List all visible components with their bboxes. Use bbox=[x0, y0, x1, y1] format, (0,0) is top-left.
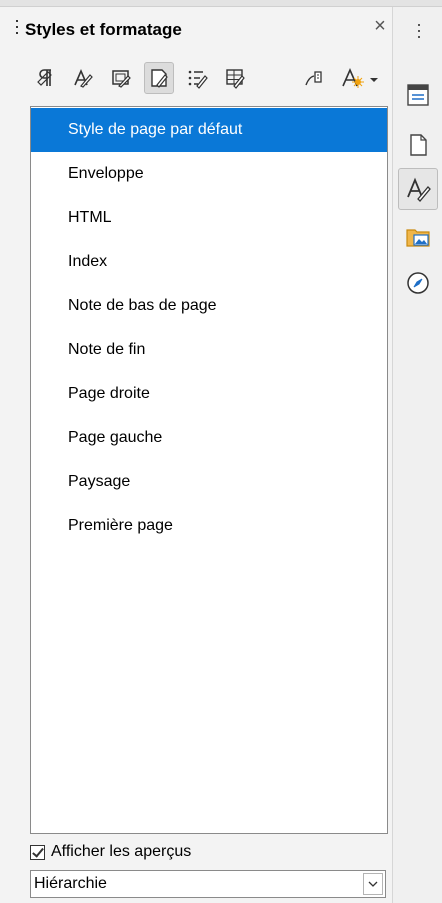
style-list-item[interactable]: Page droite bbox=[31, 372, 387, 416]
sidebar-tab-navigator[interactable] bbox=[398, 262, 438, 304]
style-list-item[interactable]: Index bbox=[31, 240, 387, 284]
chevron-down-icon[interactable] bbox=[363, 873, 383, 895]
fill-format-mode-button[interactable] bbox=[300, 62, 330, 94]
page-styles-icon bbox=[151, 69, 168, 88]
fill-format-mode-icon bbox=[305, 71, 322, 86]
panel-title: Styles et formatage bbox=[25, 20, 182, 39]
show-previews-label: Afficher les aperçus bbox=[51, 843, 192, 860]
sidebar-tab-styles[interactable] bbox=[398, 168, 438, 210]
new-style-menu-icon bbox=[342, 68, 378, 88]
sidebar-tab-properties[interactable] bbox=[398, 74, 438, 116]
style-category-toolbar bbox=[30, 62, 390, 98]
paragraph-styles-icon bbox=[37, 69, 52, 86]
new-style-menu-button[interactable] bbox=[336, 62, 384, 94]
style-list-item[interactable]: Note de bas de page bbox=[31, 284, 387, 328]
style-list-item[interactable]: Page gauche bbox=[31, 416, 387, 460]
frame-styles-icon bbox=[112, 70, 131, 88]
character-styles-button[interactable] bbox=[68, 62, 98, 94]
show-previews-checkbox[interactable] bbox=[30, 844, 45, 860]
table-styles-button[interactable] bbox=[220, 62, 250, 94]
deck-separator bbox=[392, 7, 393, 903]
style-list-item[interactable]: Style de page par défaut bbox=[31, 108, 387, 152]
list-styles-icon bbox=[188, 70, 208, 89]
navigator-icon bbox=[407, 272, 429, 294]
style-list-item[interactable]: HTML bbox=[31, 196, 387, 240]
gallery-icon bbox=[406, 229, 430, 247]
deck-grip-icon[interactable] bbox=[14, 20, 20, 42]
table-styles-icon bbox=[226, 69, 245, 89]
character-styles-icon bbox=[74, 68, 93, 88]
style-filter-dropdown[interactable]: Hiérarchie bbox=[30, 870, 386, 898]
sidebar-tab-page[interactable] bbox=[398, 124, 438, 166]
styles-icon bbox=[407, 177, 431, 202]
style-filter-value: Hiérarchie bbox=[34, 875, 107, 892]
paragraph-styles-button[interactable] bbox=[30, 62, 60, 94]
frame-styles-button[interactable] bbox=[106, 62, 136, 94]
style-list-item[interactable]: Enveloppe bbox=[31, 152, 387, 196]
style-list-item[interactable]: Paysage bbox=[31, 460, 387, 504]
page-icon bbox=[410, 134, 427, 156]
window-top-border bbox=[0, 0, 442, 7]
style-list-item[interactable]: Première page bbox=[31, 504, 387, 548]
close-icon[interactable]: × bbox=[368, 14, 392, 38]
properties-icon bbox=[407, 84, 429, 106]
sidebar-tab-gallery[interactable] bbox=[398, 216, 438, 258]
style-list[interactable]: Style de page par défaut Enveloppe HTML Ind… bbox=[30, 106, 388, 834]
list-styles-button[interactable] bbox=[182, 62, 212, 94]
tabbar-grip-icon[interactable] bbox=[418, 24, 422, 48]
show-previews-checkbox-row[interactable]: Afficher les aperçus bbox=[30, 840, 191, 864]
page-styles-button[interactable] bbox=[144, 62, 174, 94]
style-list-item[interactable]: Note de fin bbox=[31, 328, 387, 372]
